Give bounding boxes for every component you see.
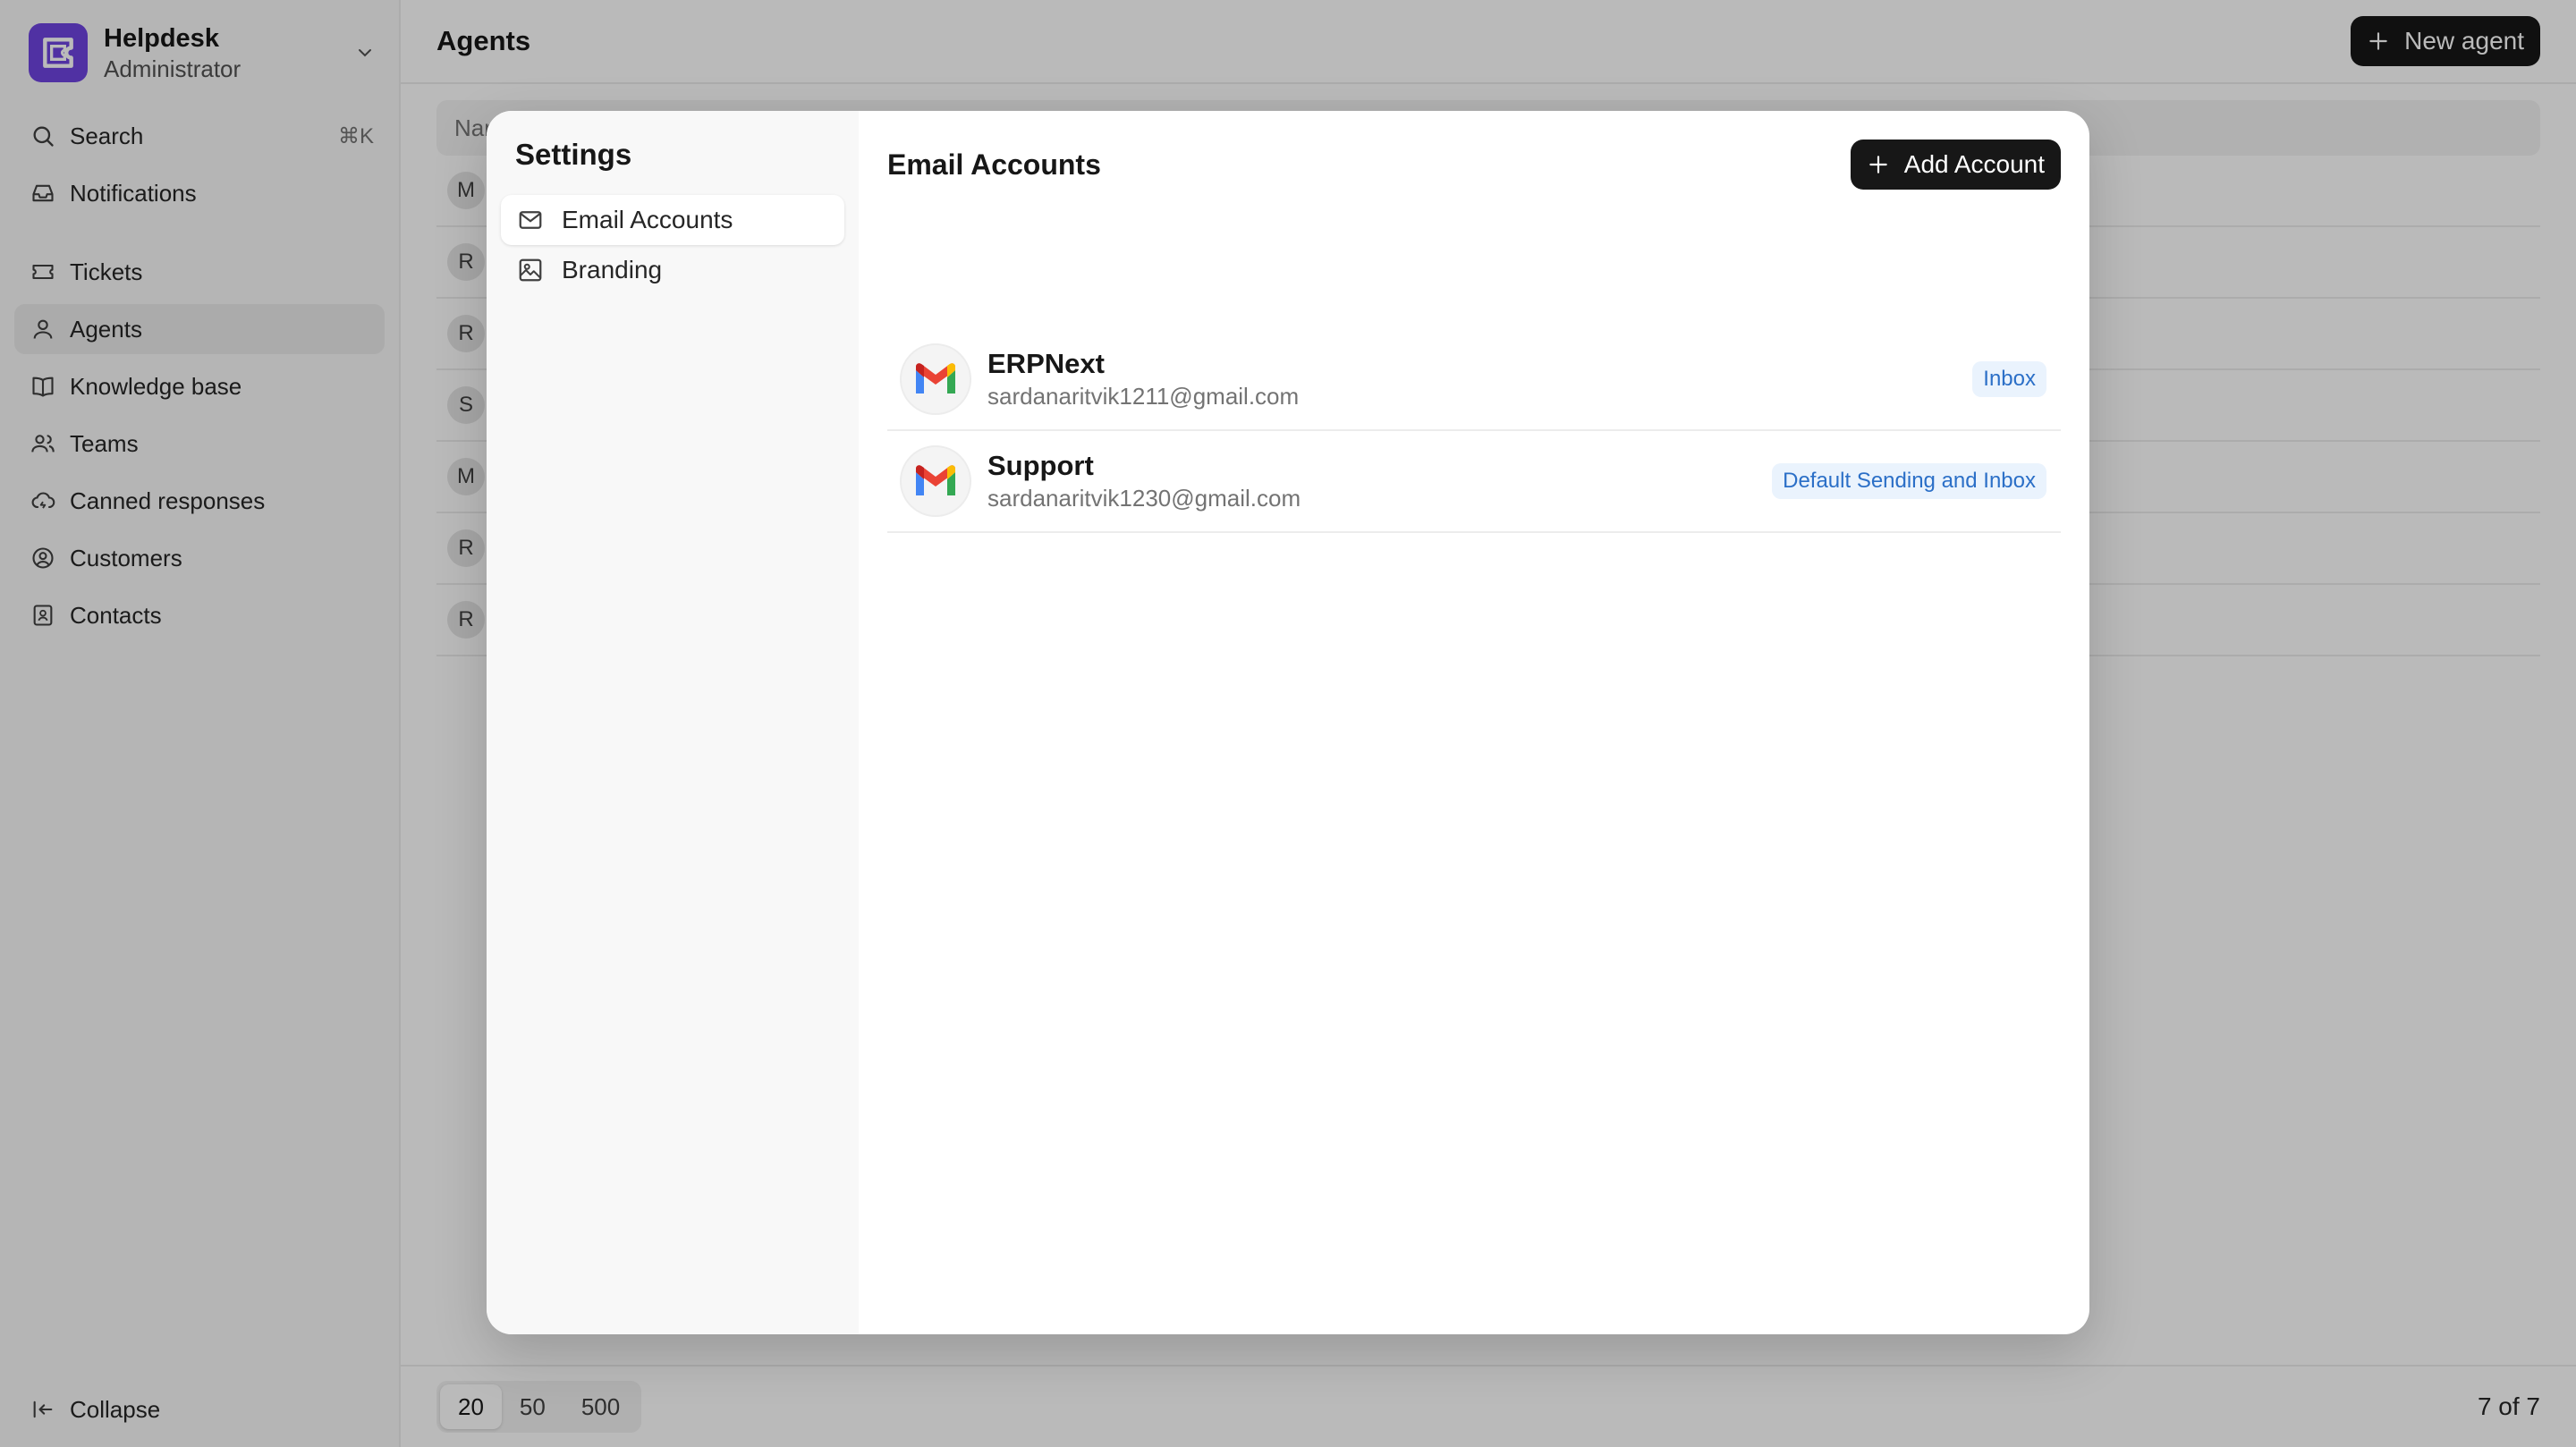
account-badge: Inbox bbox=[1972, 361, 2046, 397]
settings-sidebar: Settings Email Accounts Branding bbox=[487, 111, 859, 1334]
add-account-button[interactable]: Add Account bbox=[1850, 140, 2061, 190]
mail-icon bbox=[515, 205, 546, 235]
settings-nav-branding[interactable]: Branding bbox=[501, 245, 844, 295]
account-email: sardanaritvik1230@gmail.com bbox=[987, 485, 1301, 512]
gmail-icon bbox=[900, 445, 971, 517]
image-icon bbox=[515, 255, 546, 285]
settings-modal: Settings Email Accounts Branding Email A… bbox=[487, 111, 2089, 1334]
account-name: Support bbox=[987, 450, 1094, 481]
gmail-icon bbox=[900, 343, 971, 415]
settings-title: Settings bbox=[515, 138, 632, 171]
email-account-row[interactable]: Support sardanaritvik1230@gmail.com Defa… bbox=[887, 431, 2061, 533]
plus-icon bbox=[1867, 153, 1890, 176]
settings-nav-email-accounts[interactable]: Email Accounts bbox=[501, 195, 844, 245]
account-name: ERPNext bbox=[987, 348, 1105, 379]
email-account-row[interactable]: ERPNext sardanaritvik1211@gmail.com Inbo… bbox=[887, 329, 2061, 431]
settings-nav-label: Email Accounts bbox=[562, 206, 733, 233]
account-email: sardanaritvik1211@gmail.com bbox=[987, 383, 1300, 410]
email-accounts-panel: Email Accounts Add Account ERPNext sarda… bbox=[859, 111, 2089, 1334]
account-badge: Default Sending and Inbox bbox=[1772, 463, 2046, 499]
settings-nav-label: Branding bbox=[562, 256, 663, 283]
add-account-label: Add Account bbox=[1903, 150, 2045, 178]
section-title: Email Accounts bbox=[887, 148, 1101, 181]
